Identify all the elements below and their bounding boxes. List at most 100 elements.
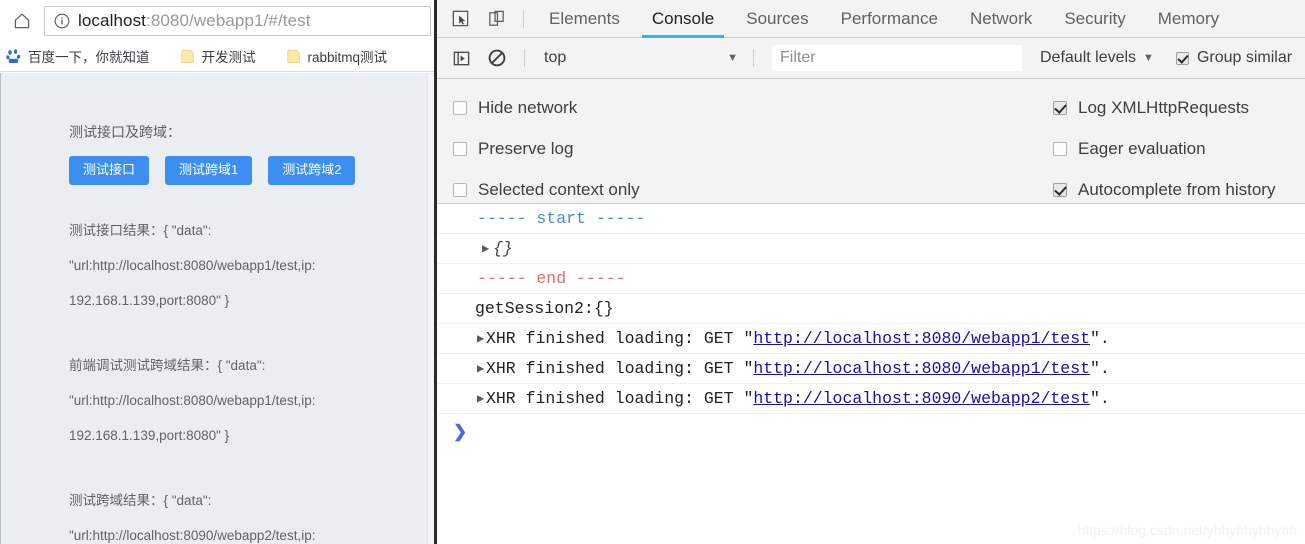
group-similar-checkbox[interactable]: Group similar: [1175, 49, 1292, 67]
tab-network[interactable]: Network: [954, 0, 1048, 38]
tab-performance[interactable]: Performance: [825, 0, 954, 38]
device-toolbar-icon[interactable]: [478, 0, 514, 38]
expand-arrow-icon[interactable]: ▶: [477, 384, 484, 414]
bookmark-item[interactable]: 开发测试: [174, 41, 262, 72]
chevron-down-icon: ▼: [727, 52, 738, 64]
test-interface-button[interactable]: 测试接口: [69, 155, 150, 185]
console-settings-panel: Hide network Preserve log Selected conte…: [437, 79, 1305, 204]
result-line: 192.168.1.139,port:8080" }: [69, 292, 230, 308]
console-settings-left-column: Hide network Preserve log Selected conte…: [453, 87, 640, 210]
checkbox-icon[interactable]: [1053, 141, 1067, 156]
info-circle-icon: [54, 13, 70, 28]
xhr-suffix: ".: [1090, 329, 1110, 348]
devtools-tabbar: Elements Console Sources Performance Net…: [437, 0, 1305, 38]
expand-arrow-icon[interactable]: ▶: [477, 324, 484, 354]
checkbox-icon[interactable]: [1053, 100, 1067, 115]
setting-hide-network[interactable]: Hide network: [453, 87, 640, 128]
expand-arrow-icon[interactable]: ▶: [477, 354, 484, 384]
console-row-object[interactable]: ▶ {}: [437, 234, 1305, 264]
bookmarks-bar: 百度一下，你就知道 开发测试 rabbitmq测试: [0, 41, 437, 72]
result-block: 测试接口结果：{ "data": "url:http://localhost:8…: [69, 213, 407, 318]
console-message-text: {}: [493, 239, 513, 258]
bookmark-label: 开发测试: [201, 50, 256, 65]
console-message-text: XHR finished loading: GET "http://localh…: [437, 354, 1110, 384]
console-row-xhr[interactable]: ▶ XHR finished loading: GET "http://loca…: [437, 324, 1305, 354]
browser-window: localhost:8080/webapp1/#/test 百度一下，你就知道 …: [0, 0, 437, 544]
console-filter-placeholder: Filter: [780, 49, 816, 66]
xhr-suffix: ".: [1090, 359, 1110, 378]
execution-context-value: top: [544, 49, 567, 66]
test-cors-2-button[interactable]: 测试跨域2: [268, 155, 356, 185]
checkbox-icon[interactable]: [453, 141, 467, 156]
xhr-url-link[interactable]: http://localhost:8080/webapp1/test: [753, 359, 1090, 378]
folder-icon: [286, 49, 300, 63]
web-page: 测试接口及跨域： 测试接口 测试跨域1 测试跨域2 测试接口结果：{ "data…: [1, 73, 427, 544]
result-line: "url:http://localhost:8080/webapp1/test,…: [69, 257, 316, 273]
console-row-xhr[interactable]: ▶ XHR finished loading: GET "http://loca…: [437, 354, 1305, 384]
console-message-text: XHR finished loading: GET "http://localh…: [437, 384, 1110, 414]
home-icon[interactable]: [0, 0, 44, 41]
result-line: 测试接口结果：{ "data":: [69, 222, 212, 238]
url-path: :8080/webapp1/#/test: [146, 10, 311, 30]
tab-sources[interactable]: Sources: [730, 0, 824, 38]
console-message-text: getSession2:{}: [475, 299, 614, 318]
xhr-prefix: XHR finished loading: GET ": [486, 359, 754, 378]
console-row-end: ----- end -----: [437, 264, 1305, 294]
console-row-getsession2: getSession2:{}: [437, 294, 1305, 324]
setting-label: Hide network: [478, 97, 578, 117]
filterbar-separator: [524, 49, 525, 67]
execution-context-select[interactable]: top ▼: [534, 45, 744, 71]
setting-label: Log XMLHttpRequests: [1078, 97, 1250, 117]
tab-security[interactable]: Security: [1048, 0, 1141, 38]
setting-label: Eager evaluation: [1078, 138, 1206, 158]
expand-arrow-icon[interactable]: ▶: [482, 234, 489, 264]
result-block: 测试跨域结果：{ "data": "url:http://localhost:8…: [69, 483, 407, 544]
checkbox-icon[interactable]: [453, 182, 467, 197]
console-output[interactable]: ----- start ----- ▶ {} ----- end ----- g…: [437, 204, 1305, 544]
clear-console-icon[interactable]: [479, 39, 515, 77]
result-line: "url:http://localhost:8090/webapp2/test,…: [69, 527, 316, 543]
bookmark-item[interactable]: rabbitmq测试: [280, 41, 394, 72]
result-block: 前端调试测试跨域结果：{ "data": "url:http://localho…: [69, 348, 407, 453]
toolbar-separator: [523, 9, 524, 28]
checkbox-icon[interactable]: [1175, 51, 1189, 65]
bookmark-label: 百度一下，你就知道: [28, 50, 150, 65]
xhr-url-link[interactable]: http://localhost:8090/webapp2/test: [753, 389, 1090, 408]
prompt-chevron-icon: ❯: [453, 422, 468, 441]
address-bar[interactable]: localhost:8080/webapp1/#/test: [44, 5, 431, 36]
bookmark-label: rabbitmq测试: [307, 50, 388, 65]
console-prompt[interactable]: ❯: [437, 414, 1305, 450]
setting-eager-evaluation[interactable]: Eager evaluation: [1053, 128, 1275, 169]
result-line: 192.168.1.139,port:8080" }: [69, 427, 230, 443]
filterbar-separator: [753, 49, 754, 67]
console-filter-input[interactable]: Filter: [772, 45, 1022, 71]
test-cors-1-button[interactable]: 测试跨域1: [165, 155, 253, 185]
bookmark-item[interactable]: 百度一下，你就知道: [0, 41, 156, 72]
tab-elements[interactable]: Elements: [533, 0, 636, 38]
console-message-text: ----- start -----: [477, 209, 646, 228]
inspect-element-icon[interactable]: [442, 0, 478, 38]
xhr-url-link[interactable]: http://localhost:8080/webapp1/test: [753, 329, 1090, 348]
tab-memory[interactable]: Memory: [1142, 0, 1235, 38]
checkbox-icon[interactable]: [1053, 182, 1067, 197]
log-levels-select[interactable]: Default levels ▼: [1032, 45, 1162, 71]
url-text: localhost:8080/webapp1/#/test: [78, 11, 311, 31]
baidu-favicon: [6, 49, 21, 63]
page-section-title: 测试接口及跨域：: [69, 124, 181, 140]
console-sidebar-icon[interactable]: [443, 39, 479, 77]
setting-preserve-log[interactable]: Preserve log: [453, 128, 640, 169]
url-host: localhost: [78, 10, 146, 30]
xhr-prefix: XHR finished loading: GET ": [486, 389, 754, 408]
console-message-text: ----- end -----: [477, 269, 626, 288]
tab-console[interactable]: Console: [636, 0, 730, 38]
console-row-xhr[interactable]: ▶ XHR finished loading: GET "http://loca…: [437, 384, 1305, 414]
page-viewport: 测试接口及跨域： 测试接口 测试跨域1 测试跨域2 测试接口结果：{ "data…: [0, 73, 437, 544]
checkbox-icon[interactable]: [453, 100, 467, 115]
console-row-start: ----- start -----: [437, 204, 1305, 234]
console-filter-bar: top ▼ Filter Default levels ▼ Group simi…: [437, 38, 1305, 79]
setting-log-xmlhttprequests[interactable]: Log XMLHttpRequests: [1053, 87, 1275, 128]
xhr-suffix: ".: [1090, 389, 1110, 408]
result-line: "url:http://localhost:8080/webapp1/test,…: [69, 392, 316, 408]
xhr-prefix: XHR finished loading: GET ": [486, 329, 754, 348]
setting-label: Autocomplete from history: [1078, 179, 1276, 199]
